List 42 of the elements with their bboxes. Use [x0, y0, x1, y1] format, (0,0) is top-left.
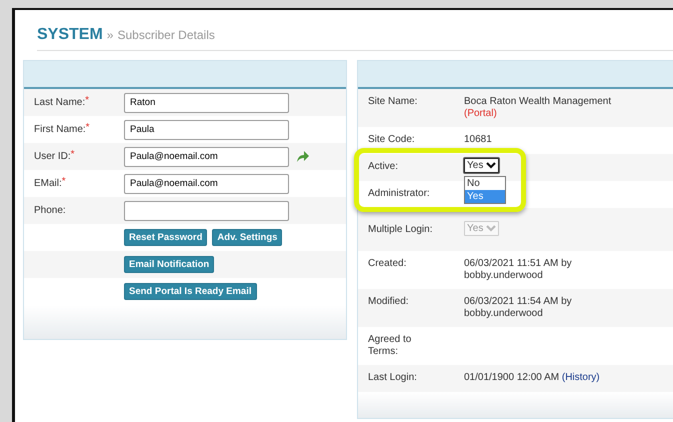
forward-arrow-icon[interactable]: [297, 151, 309, 162]
detail-label: Site Code:: [368, 134, 416, 146]
field-label: EMail:: [34, 178, 62, 189]
field-label: First Name:: [34, 124, 86, 135]
text-field[interactable]: Raton: [124, 92, 289, 112]
text-field[interactable]: Paula@noemail.com: [124, 174, 289, 194]
field-label: User ID:: [34, 151, 71, 162]
detail-label: Agreed to Terms:: [368, 334, 412, 358]
chevron-icon: [486, 162, 496, 169]
section-title: SYSTEM: [37, 26, 103, 44]
text-field[interactable]: Paula: [124, 120, 289, 140]
field-label: Last Name:: [34, 97, 86, 108]
field-label: Phone:: [34, 205, 66, 216]
required-mark: *: [85, 95, 90, 106]
action-button[interactable]: Send Portal Is Ready Email: [124, 283, 256, 300]
dropdown-option[interactable]: No: [465, 177, 505, 190]
detail-value: 01/01/1900 12:00 AM (History): [464, 372, 600, 384]
detail-label: Active:: [368, 161, 400, 173]
dropdown: Yes: [464, 221, 500, 236]
detail-value: Boca Raton Wealth Management: [464, 96, 612, 107]
detail-value: 10681: [464, 134, 493, 146]
detail-label: Last Login:: [368, 372, 418, 384]
chevron-icon: [486, 225, 496, 232]
detail-label: Site Name:: [368, 96, 418, 108]
detail-label: Multiple Login:: [368, 224, 434, 236]
required-mark: *: [70, 149, 75, 160]
action-button[interactable]: Adv. Settings: [212, 229, 282, 246]
action-button[interactable]: Email Notification: [124, 256, 214, 273]
detail-value: 06/03/2021 11:54 AM by bobby.underwood: [464, 296, 573, 320]
detail-label: Modified:: [368, 296, 410, 308]
detail-value: 06/03/2021 11:51 AM by bobby.underwood: [464, 258, 573, 282]
action-button[interactable]: Reset Password: [124, 229, 208, 246]
detail-label: Created:: [368, 258, 408, 270]
required-mark: *: [86, 122, 90, 133]
text-field[interactable]: Paula@noemail.com: [124, 146, 289, 166]
text-field[interactable]: [124, 200, 289, 220]
detail-label: Administrator:: [368, 188, 431, 200]
page-title: Subscriber Details: [117, 28, 215, 42]
portal-note: (Portal): [464, 108, 498, 120]
required-mark: *: [62, 176, 66, 187]
history-link[interactable]: (History): [562, 372, 600, 383]
breadcrumb-separator: »: [106, 28, 114, 42]
